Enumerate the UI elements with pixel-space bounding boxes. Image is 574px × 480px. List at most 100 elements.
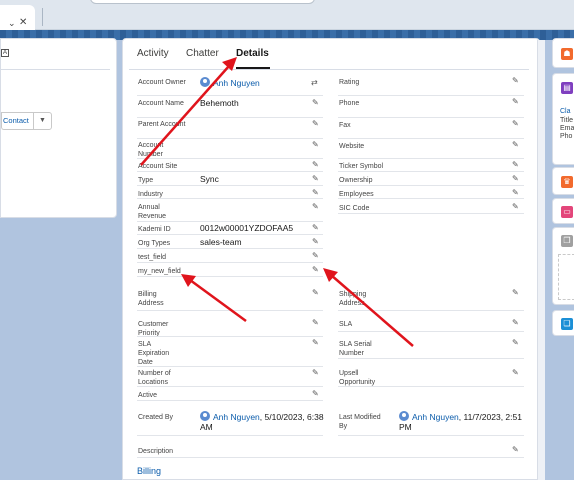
- edit-pencil-icon[interactable]: ✎: [512, 368, 519, 377]
- created-by-date-suffix: AM: [200, 422, 213, 432]
- divider: [1, 69, 110, 70]
- field-label-number-of-locations: Number of Locations: [138, 370, 171, 386]
- edit-pencil-icon[interactable]: ✎: [512, 445, 519, 454]
- change-owner-icon[interactable]: ⇄: [311, 78, 318, 87]
- field-label-org-types: Org Types: [138, 240, 171, 247]
- avatar: [200, 77, 210, 87]
- field-separator: [137, 336, 323, 337]
- edit-pencil-icon[interactable]: ✎: [512, 140, 519, 149]
- edit-pencil-icon[interactable]: ✎: [312, 338, 319, 347]
- edit-pencil-icon[interactable]: ✎: [312, 140, 319, 149]
- field-separator: [338, 358, 524, 359]
- account-owner-name[interactable]: Anh Nguyen: [213, 78, 260, 88]
- field-separator: [137, 158, 323, 159]
- rail-card-6[interactable]: ❏: [552, 310, 574, 336]
- edit-pencil-icon[interactable]: ✎: [512, 318, 519, 327]
- edit-pencil-icon[interactable]: ✎: [312, 318, 319, 327]
- edit-pencil-icon[interactable]: ✎: [512, 202, 519, 211]
- close-icon[interactable]: ✕: [19, 17, 27, 28]
- field-separator: [137, 138, 323, 139]
- field-separator: [338, 310, 524, 311]
- edit-pencil-icon[interactable]: ✎: [512, 97, 519, 106]
- address-bar[interactable]: [90, 0, 315, 4]
- edit-pencil-icon[interactable]: ✎: [512, 288, 519, 297]
- new-contact-button[interactable]: Contact: [1, 112, 33, 130]
- tab-chatter[interactable]: Chatter: [186, 48, 219, 59]
- account-name-value: Behemoth: [200, 98, 239, 108]
- rail-card-files[interactable]: ❐: [552, 227, 574, 305]
- file-drop-zone[interactable]: [558, 254, 574, 300]
- edit-pencil-icon[interactable]: ✎: [312, 368, 319, 377]
- rail-card-1[interactable]: ☗: [552, 38, 574, 68]
- edit-pencil-icon[interactable]: ✎: [312, 288, 319, 297]
- edit-pencil-icon[interactable]: ✎: [512, 338, 519, 347]
- left-panel-card: A Contact ▼: [0, 38, 117, 218]
- edit-pencil-icon[interactable]: ✎: [312, 251, 319, 260]
- field-label-sic-code: SIC Code: [339, 205, 370, 212]
- field-label-kademi-id: Kademi ID: [138, 226, 171, 233]
- last-modified-user-link[interactable]: Anh Nguyen: [412, 412, 459, 422]
- scrollbar[interactable]: [537, 40, 545, 480]
- field-label-my-new-field: my_new_field: [138, 268, 181, 275]
- field-label-website: Website: [339, 143, 365, 150]
- field-separator: [137, 457, 524, 458]
- edit-pencil-icon[interactable]: ✎: [512, 174, 519, 183]
- field-label-type: Type: [138, 177, 154, 184]
- edit-pencil-icon[interactable]: ✎: [312, 223, 319, 232]
- edit-pencil-icon[interactable]: ✎: [312, 98, 319, 107]
- billing-section-header[interactable]: Billing: [137, 466, 161, 476]
- browser-tab[interactable]: ⌄ ✕: [0, 5, 35, 30]
- last-modified-date: , 11/7/2023, 2:51: [458, 412, 522, 422]
- tab-activity[interactable]: Activity: [137, 48, 169, 59]
- field-label-active: Active: [138, 392, 158, 399]
- field-label-upsell-opportunity: Upsell Opportunity: [339, 370, 376, 386]
- field-label-ownership: Ownership: [339, 177, 373, 184]
- field-separator: [137, 234, 323, 235]
- field-separator: [338, 171, 524, 172]
- field-label-account-name: Account Name: [138, 100, 184, 107]
- contact-card-icon: ▤: [561, 82, 573, 94]
- edit-pencil-icon[interactable]: ✎: [312, 174, 319, 183]
- field-separator: [137, 221, 323, 222]
- edit-pencil-icon[interactable]: ✎: [512, 160, 519, 169]
- field-label-account-owner: Account Owner: [138, 79, 186, 86]
- field-label-test-field: test_field: [138, 254, 167, 261]
- field-separator: [137, 248, 323, 249]
- field-separator: [338, 117, 524, 118]
- field-separator: [338, 386, 524, 387]
- field-separator: [338, 185, 524, 186]
- account-owner-link[interactable]: Anh Nguyen: [200, 77, 260, 88]
- field-separator: [137, 310, 323, 311]
- type-value: Sync: [200, 174, 219, 184]
- field-separator: [338, 198, 524, 199]
- tab-details[interactable]: Details: [236, 48, 269, 59]
- field-separator: [137, 276, 323, 277]
- field-label-fax: Fax: [339, 122, 351, 129]
- avatar: [399, 411, 409, 421]
- files-icon: ❐: [561, 235, 573, 247]
- rail-card-contacts[interactable]: ▤ Cla Title Ema Pho: [552, 73, 574, 165]
- edit-pencil-icon[interactable]: ✎: [312, 389, 319, 398]
- edit-pencil-icon[interactable]: ✎: [512, 119, 519, 128]
- edit-pencil-icon[interactable]: ✎: [312, 202, 319, 211]
- edit-pencil-icon[interactable]: ✎: [512, 188, 519, 197]
- edit-pencil-icon[interactable]: ✎: [312, 237, 319, 246]
- field-separator: [338, 158, 524, 159]
- tabs-divider: [129, 69, 529, 70]
- action-dropdown-button[interactable]: ▼: [33, 112, 52, 130]
- rail-card-3[interactable]: ♛: [552, 167, 574, 195]
- rail-text-line[interactable]: Cla: [560, 107, 571, 116]
- field-label-description: Description: [138, 448, 174, 455]
- field-label-last-modified-by-b: By: [339, 423, 348, 430]
- chevron-down-icon[interactable]: ⌄: [8, 18, 16, 29]
- edit-pencil-icon[interactable]: ✎: [312, 188, 319, 197]
- created-by-user-link[interactable]: Anh Nguyen: [213, 412, 260, 422]
- field-label-sla-serial-number: SLA Serial Number: [339, 341, 372, 357]
- edit-pencil-icon[interactable]: ✎: [312, 160, 319, 169]
- edit-pencil-icon[interactable]: ✎: [512, 76, 519, 85]
- person-icon: ☗: [561, 48, 573, 60]
- edit-pencil-icon[interactable]: ✎: [312, 265, 319, 274]
- edit-pencil-icon[interactable]: ✎: [312, 119, 319, 128]
- field-separator: [137, 198, 323, 199]
- rail-card-4[interactable]: ▭: [552, 198, 574, 224]
